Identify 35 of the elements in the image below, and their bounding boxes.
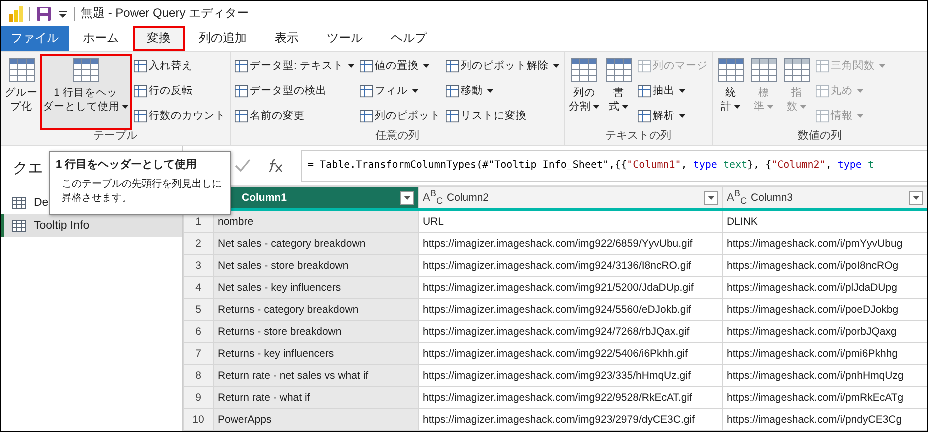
- table-cell: https://imagizer.imageshack.com/img924/3136/I8ncRO.gif: [418, 254, 722, 276]
- table-cell: Net sales - store breakdown: [214, 254, 418, 276]
- row-number: 9: [184, 386, 214, 408]
- table-cell: https://imagizer.imageshack.com/img924/7268/rbJQax.gif: [418, 320, 722, 342]
- table-cell: https://imagizer.imageshack.com/img923/335/hHmqUz.gif: [418, 364, 722, 386]
- table-cell: URL: [418, 210, 722, 232]
- table-cell: Return rate - net sales vs what if: [214, 364, 418, 386]
- table-cell: https://imagizer.imageshack.com/img922/5406/i6Pkhh.gif: [418, 342, 722, 364]
- group-label: 任意の列: [375, 129, 420, 144]
- row-number: 2: [184, 232, 214, 254]
- table-cell: Return rate - what if: [214, 386, 418, 408]
- table-cell: Returns - key influencers: [214, 342, 418, 364]
- table-cell: Net sales - key influencers: [214, 276, 418, 298]
- table-cell: https://imagizer.imageshack.com/img921/5200/JdaDUp.gif: [418, 276, 722, 298]
- row-number: 8: [184, 364, 214, 386]
- table-cell: https://imagizer.imageshack.com/img924/5560/eDJokb.gif: [418, 298, 722, 320]
- tooltip-title: 1 行目をヘッダーとして使用: [56, 158, 198, 172]
- window-title: 無題 - Power Query エディター: [81, 5, 250, 22]
- table-cell: https://imagizer.imageshack.com/img923/2979/dyCE3C.gif: [418, 408, 722, 430]
- group-label: テーブル: [94, 129, 138, 144]
- table-cell: Net sales - category breakdown: [214, 232, 418, 254]
- row-number: 4: [184, 276, 214, 298]
- row-number: 6: [184, 320, 214, 342]
- table-cell: https://imagizer.imageshack.com/img922/6859/YyvUbu.gif: [418, 232, 722, 254]
- table-cell: https://imagizer.imageshack.com/img922/9528/RkEcAT.gif: [418, 386, 722, 408]
- row-number: 10: [184, 408, 214, 430]
- table-cell: Returns - category breakdown: [214, 298, 418, 320]
- group-label: 数値の列: [798, 129, 842, 144]
- table-cell: Returns - store breakdown: [214, 320, 418, 342]
- group-label: テキストの列: [605, 129, 672, 144]
- pane-title: クエ: [13, 160, 43, 177]
- row-number: 3: [184, 254, 214, 276]
- table-cell: PowerApps: [214, 408, 418, 430]
- row-number: 7: [184, 342, 214, 364]
- row-number: 5: [184, 298, 214, 320]
